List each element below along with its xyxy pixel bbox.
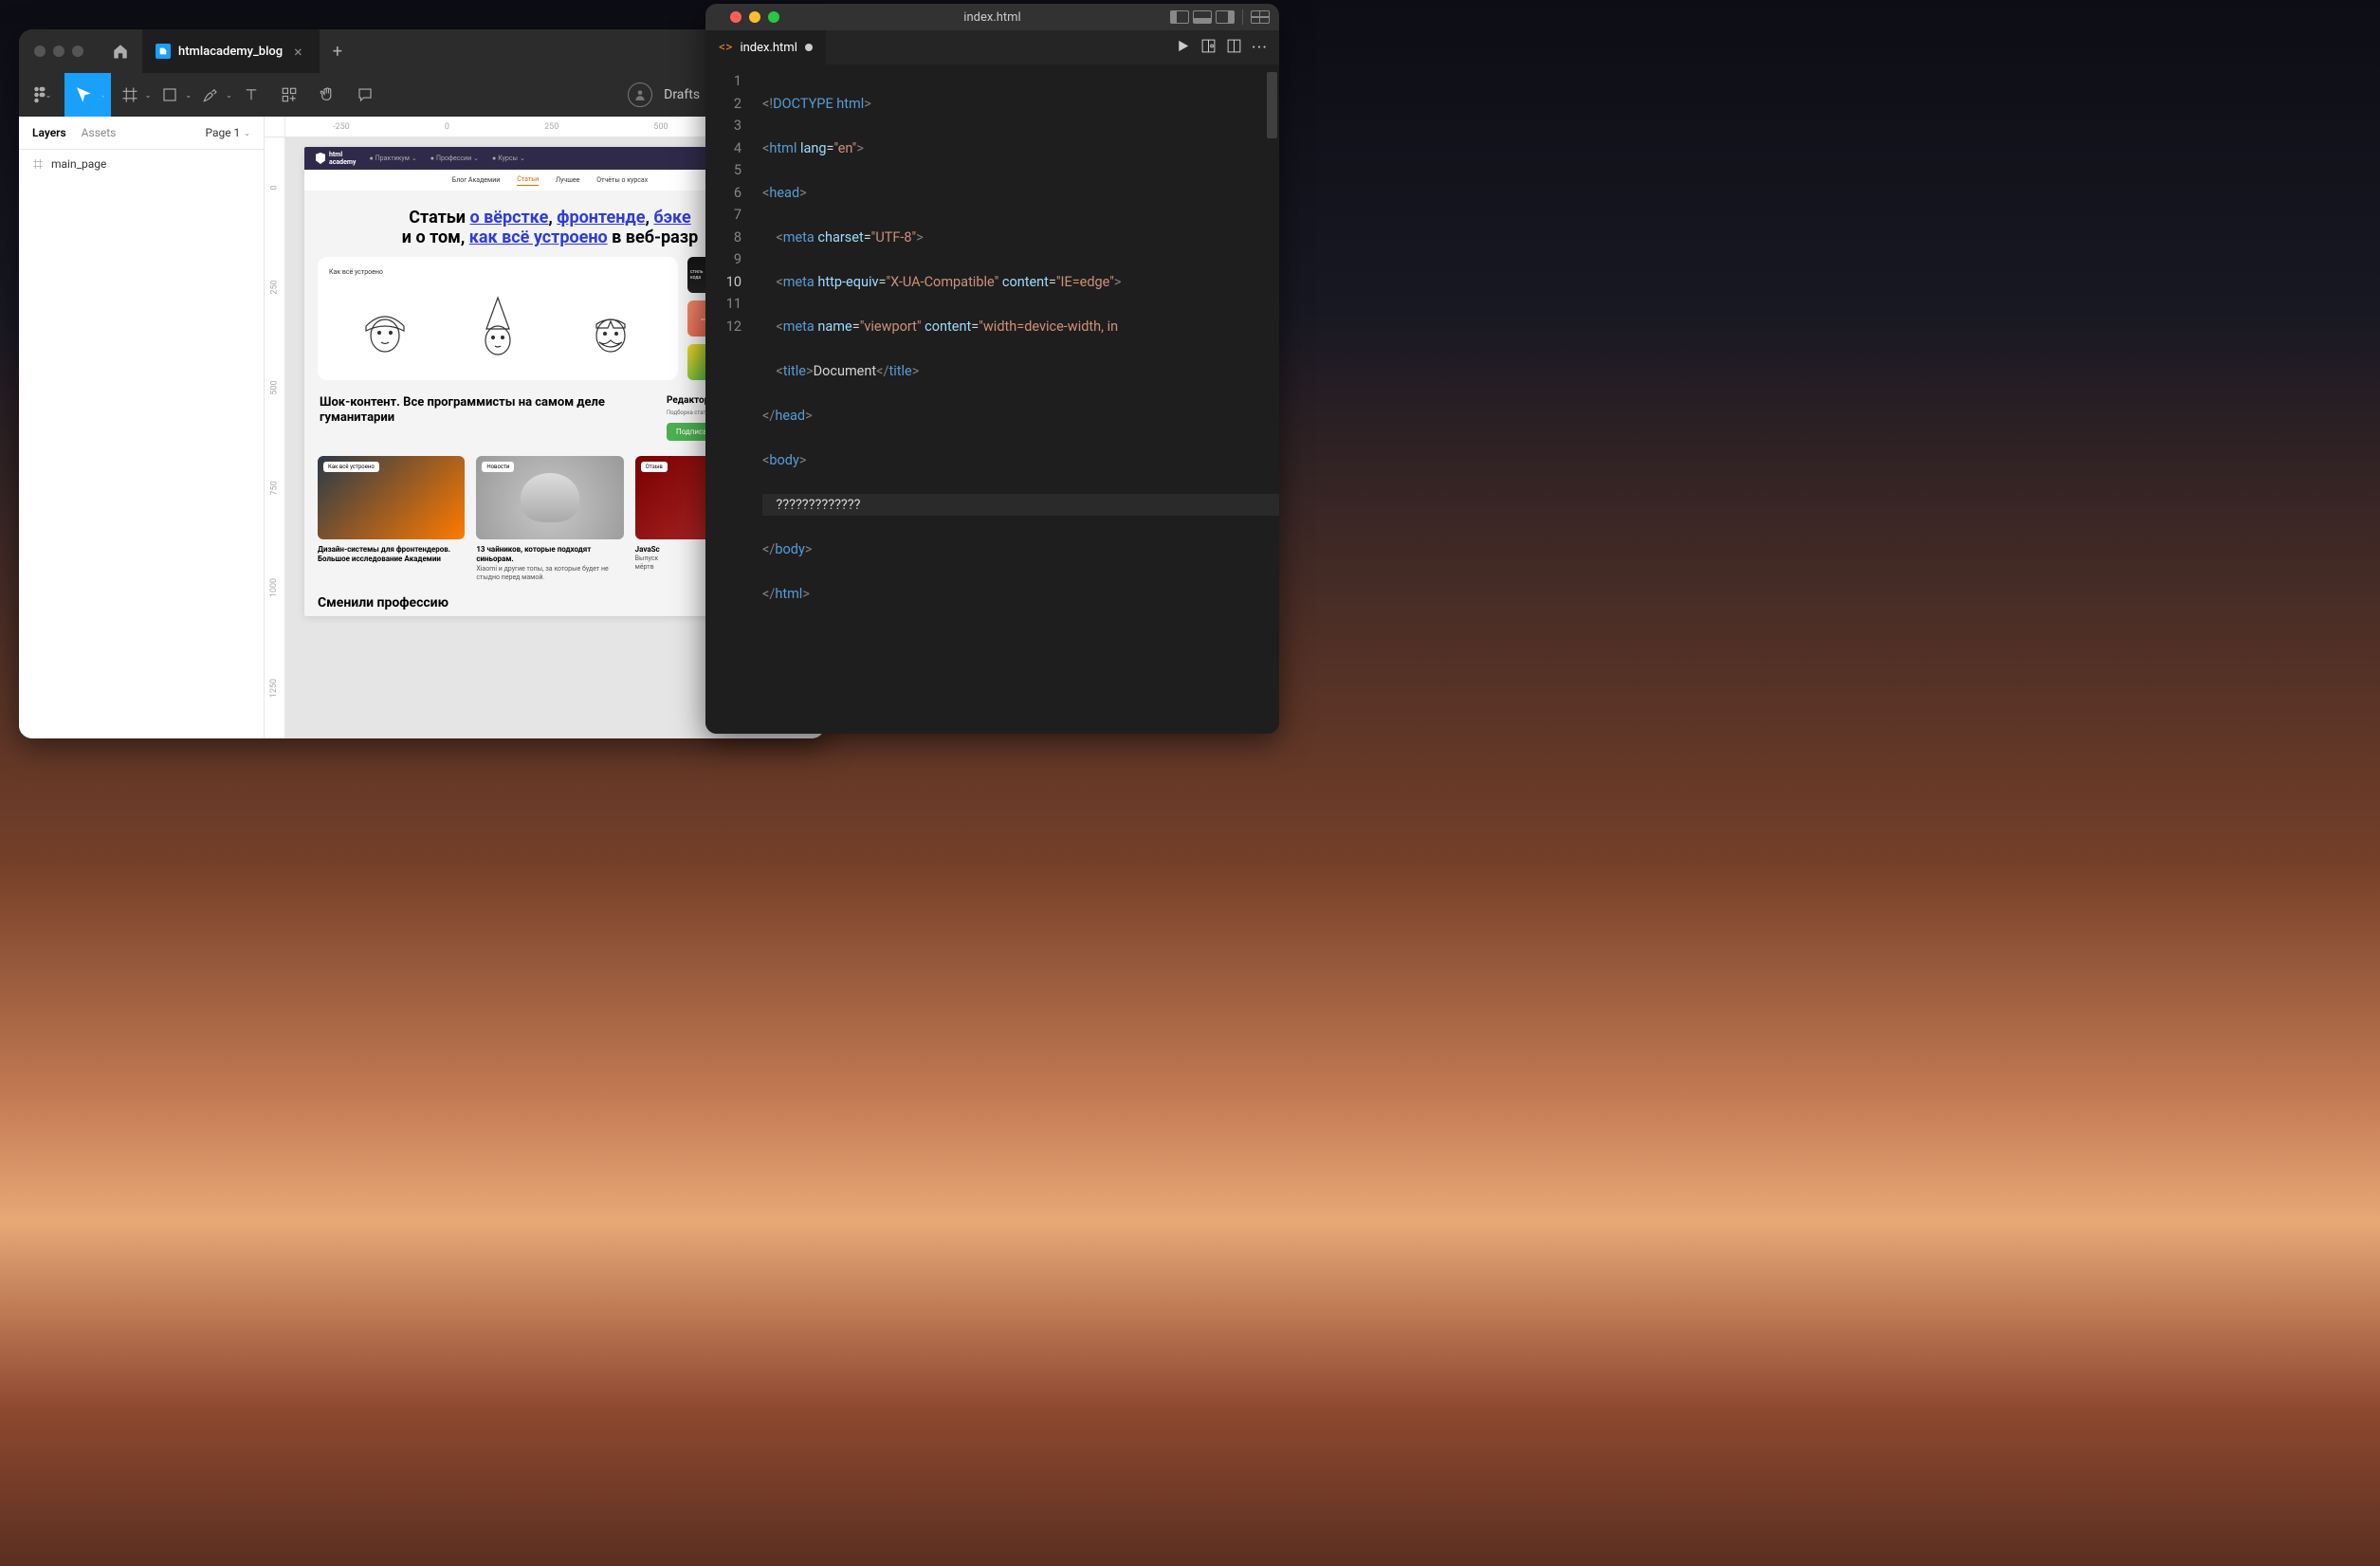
chevron-down-icon: ⌄ xyxy=(244,129,250,137)
shape-tool-icon[interactable] xyxy=(151,73,189,117)
hero-link: бэке xyxy=(653,208,690,228)
close-icon[interactable]: × xyxy=(290,43,306,61)
tab-layers[interactable]: Layers xyxy=(32,126,66,139)
avatar-icon[interactable] xyxy=(628,82,652,107)
figma-toolbar: ⌄ ⌄ ⌄ ⌄ ⌄ Drafts / htmlacadem xyxy=(19,73,825,117)
editor-tab[interactable]: <> index.html xyxy=(705,30,827,64)
ruler-corner xyxy=(265,117,285,137)
new-tab-button[interactable]: + xyxy=(320,42,356,62)
scrollbar-thumb[interactable] xyxy=(1267,72,1277,138)
faces-illustration xyxy=(329,283,667,369)
vscode-tabbar: <> index.html ··· xyxy=(705,30,1279,64)
hero-link: как всё устроено xyxy=(469,228,608,247)
text-tool-icon[interactable] xyxy=(232,73,270,117)
topnav-item: ●Профессии⌄ xyxy=(430,155,479,162)
vscode-titlebar[interactable]: index.html xyxy=(705,4,1279,30)
subnav-item: Лучшее xyxy=(556,176,579,184)
frame-tool-icon[interactable] xyxy=(111,73,149,117)
figma-tab-label: htmlacademy_blog xyxy=(178,45,283,59)
split-editor-icon[interactable] xyxy=(1226,38,1242,58)
toggle-secondary-icon[interactable] xyxy=(1216,10,1235,24)
layers-panel: Layers Assets Page 1⌄ main_page xyxy=(19,117,265,738)
subnav-item: Отчёты о курсах xyxy=(596,176,648,184)
unsaved-dot-icon xyxy=(805,44,813,51)
page-selector[interactable]: Page 1⌄ xyxy=(205,126,250,139)
figma-titlebar[interactable]: htmlacademy_blog × + xyxy=(19,29,825,73)
more-icon[interactable]: ··· xyxy=(1252,38,1268,58)
html-file-icon: <> xyxy=(719,40,732,55)
toggle-panel-icon[interactable] xyxy=(1193,10,1212,24)
subnav-item: Блог Академии xyxy=(452,176,501,184)
code-editor[interactable]: 123456789101112 <!DOCTYPE html> <html la… xyxy=(705,64,1279,734)
hero-link: о вёрстке xyxy=(469,208,548,228)
tab-assets[interactable]: Assets xyxy=(82,126,117,139)
run-icon[interactable] xyxy=(1175,38,1191,58)
figma-file-icon xyxy=(156,44,171,59)
close-dot[interactable] xyxy=(730,11,741,23)
min-dot[interactable] xyxy=(749,11,760,23)
editor-tab-label: index.html xyxy=(740,41,796,55)
max-dot[interactable] xyxy=(768,11,779,23)
preview-icon[interactable] xyxy=(1200,38,1217,58)
traffic-lights xyxy=(19,46,99,57)
toggle-sidebar-icon[interactable] xyxy=(1170,10,1189,24)
figma-window: htmlacademy_blog × + ⌄ ⌄ ⌄ ⌄ ⌄ Drafts / … xyxy=(19,29,825,738)
max-dot[interactable] xyxy=(72,46,83,57)
line-gutter: 123456789101112 xyxy=(705,64,759,734)
vscode-window: index.html <> index.html ··· 12345678910… xyxy=(705,4,1279,734)
resources-icon[interactable] xyxy=(270,73,308,117)
breadcrumb-parent[interactable]: Drafts xyxy=(664,87,700,102)
article-card: Новости13 чайников, которые подходят син… xyxy=(476,456,623,582)
home-button[interactable] xyxy=(99,43,142,60)
layout-buttons xyxy=(1170,9,1270,25)
ruler-vertical: 025050075010001250 xyxy=(265,137,285,738)
featured-card: Как всё устроено xyxy=(318,257,678,380)
comment-tool-icon[interactable] xyxy=(346,73,384,117)
min-dot[interactable] xyxy=(53,46,64,57)
subnav-item-active: Статьи xyxy=(517,175,539,186)
pen-tool-icon[interactable] xyxy=(192,73,229,117)
close-dot[interactable] xyxy=(34,46,46,57)
move-tool-icon[interactable] xyxy=(64,73,102,117)
topnav-item: ●Курсы⌄ xyxy=(492,155,525,162)
article-card: Как всё устроеноДизайн-системы для фронт… xyxy=(318,456,465,582)
figma-menu-icon[interactable]: ⌄ xyxy=(19,73,64,117)
figma-body: Layers Assets Page 1⌄ main_page -2500250… xyxy=(19,117,825,738)
layer-item[interactable]: main_page xyxy=(19,150,264,178)
code-content[interactable]: <!DOCTYPE html> <html lang="en"> <head> … xyxy=(759,64,1279,734)
traffic-lights xyxy=(715,11,795,23)
site-logo: html academy xyxy=(316,151,356,166)
shock-headline: Шок-контент. Все программисты на самом д… xyxy=(320,395,648,427)
hand-tool-icon[interactable] xyxy=(308,73,346,117)
figma-tab[interactable]: htmlacademy_blog × xyxy=(142,29,320,73)
layer-label: main_page xyxy=(51,157,106,171)
customize-layout-icon[interactable] xyxy=(1251,10,1270,24)
card-label: Как всё устроено xyxy=(329,268,667,276)
topnav-item: ●Практикум⌄ xyxy=(369,155,416,162)
hero-link: фронтенде xyxy=(557,208,645,228)
